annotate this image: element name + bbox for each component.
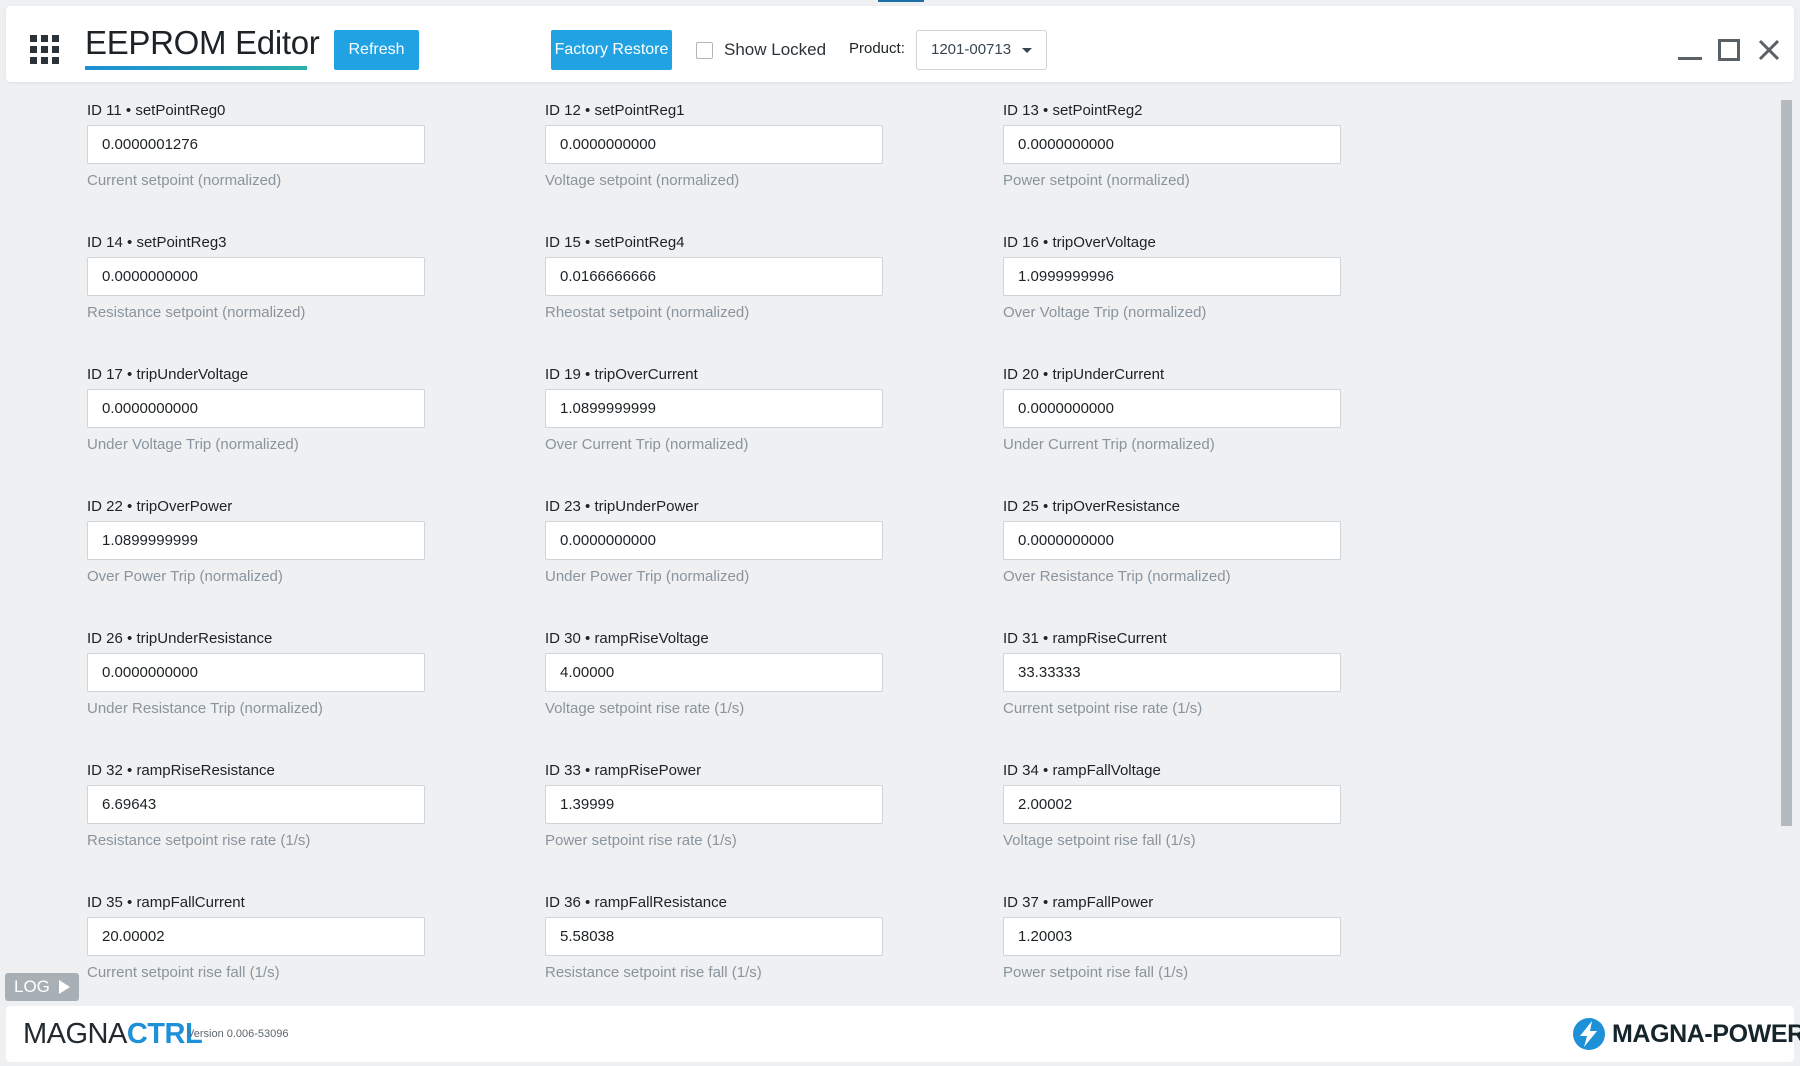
chevron-down-icon (1022, 48, 1032, 53)
show-locked-checkbox[interactable] (696, 41, 713, 59)
field-input[interactable] (87, 785, 425, 824)
page-title: EEPROM Editor (85, 24, 320, 61)
company-logo: MAGNA-POWER (1572, 1017, 1800, 1051)
field-label: ID 19 • tripOverCurrent (545, 366, 698, 383)
field-help: Resistance setpoint rise rate (1/s) (87, 832, 311, 849)
field-label: ID 31 • rampRiseCurrent (1003, 630, 1167, 647)
field-help: Current setpoint (normalized) (87, 172, 282, 189)
field-input[interactable] (87, 125, 425, 164)
field-help: Resistance setpoint rise fall (1/s) (545, 964, 762, 981)
field-label: ID 17 • tripUnderVoltage (87, 366, 249, 383)
minimize-icon[interactable] (1678, 57, 1702, 60)
field-help: Over Power Trip (normalized) (87, 568, 283, 585)
field-label: ID 25 • tripOverResistance (1003, 498, 1180, 515)
field-input[interactable] (545, 917, 883, 956)
field-label: ID 36 • rampFallResistance (545, 894, 727, 911)
grid-icon[interactable] (30, 35, 59, 64)
field-input[interactable] (545, 389, 883, 428)
version-label: Version 0.006-53096 (187, 1028, 289, 1040)
field-help: Current setpoint rise rate (1/s) (1003, 700, 1203, 717)
field-input[interactable] (1003, 917, 1341, 956)
field-label: ID 22 • tripOverPower (87, 498, 233, 515)
field-label: ID 35 • rampFallCurrent (87, 894, 245, 911)
product-label: Product: (849, 40, 905, 57)
refresh-button[interactable]: Refresh (334, 30, 419, 70)
company-name: MAGNA-POWER (1612, 1019, 1800, 1048)
field-input[interactable] (545, 521, 883, 560)
field-label: ID 15 • setPointReg4 (545, 234, 685, 251)
field-label: ID 33 • rampRisePower (545, 762, 702, 779)
field-label: ID 30 • rampRiseVoltage (545, 630, 709, 647)
scrollbar-thumb[interactable] (1781, 100, 1792, 826)
field-help: Current setpoint rise fall (1/s) (87, 964, 280, 981)
field-input[interactable] (87, 521, 425, 560)
log-label: LOG (14, 977, 50, 996)
field-label: ID 32 • rampRiseResistance (87, 762, 275, 779)
field-help: Rheostat setpoint (normalized) (545, 304, 750, 321)
field-input[interactable] (1003, 389, 1341, 428)
field-help: Power setpoint rise rate (1/s) (545, 832, 737, 849)
close-icon[interactable] (1755, 36, 1783, 64)
field-help: Under Current Trip (normalized) (1003, 436, 1215, 453)
eeprom-field-grid: ID 11 • setPointReg0 Current setpoint (n… (0, 82, 1780, 1004)
field-input[interactable] (87, 257, 425, 296)
field-help: Resistance setpoint (normalized) (87, 304, 306, 321)
field-input[interactable] (545, 785, 883, 824)
field-input[interactable] (545, 125, 883, 164)
field-help: Voltage setpoint rise rate (1/s) (545, 700, 745, 717)
field-help: Power setpoint rise fall (1/s) (1003, 964, 1189, 981)
field-help: Over Voltage Trip (normalized) (1003, 304, 1207, 321)
field-input[interactable] (1003, 521, 1341, 560)
log-toggle-button[interactable]: LOG (5, 973, 79, 1001)
field-label: ID 37 • rampFallPower (1003, 894, 1154, 911)
field-help: Over Resistance Trip (normalized) (1003, 568, 1231, 585)
magnactrl-logo: MAGNACTRL (23, 1018, 203, 1051)
field-label: ID 26 • tripUnderResistance (87, 630, 273, 647)
field-label: ID 13 • setPointReg2 (1003, 102, 1143, 119)
field-input[interactable] (87, 389, 425, 428)
show-locked-toggle[interactable]: Show Locked (696, 39, 826, 61)
product-select[interactable]: 1201-00713 (916, 30, 1047, 70)
field-help: Under Resistance Trip (normalized) (87, 700, 323, 717)
field-help: Under Power Trip (normalized) (545, 568, 750, 585)
brand-part1: MAGNA (23, 1018, 127, 1050)
field-help: Over Current Trip (normalized) (545, 436, 749, 453)
field-label: ID 14 • setPointReg3 (87, 234, 227, 251)
field-input[interactable] (545, 257, 883, 296)
title-underline (85, 66, 307, 70)
field-input[interactable] (87, 653, 425, 692)
field-help: Power setpoint (normalized) (1003, 172, 1190, 189)
lightning-bolt-icon (1573, 1018, 1605, 1050)
field-help: Under Voltage Trip (normalized) (87, 436, 299, 453)
field-label: ID 34 • rampFallVoltage (1003, 762, 1161, 779)
scrollbar[interactable] (1781, 90, 1794, 976)
field-label: ID 11 • setPointReg0 (87, 102, 226, 119)
product-select-value: 1201-00713 (931, 41, 1012, 58)
field-input[interactable] (87, 917, 425, 956)
field-label: ID 12 • setPointReg1 (545, 102, 685, 119)
show-locked-label: Show Locked (724, 40, 827, 59)
field-input[interactable] (1003, 785, 1341, 824)
field-help: Voltage setpoint (normalized) (545, 172, 740, 189)
active-window-indicator (878, 0, 924, 2)
header-bar: EEPROM Editor Refresh Factory Restore Sh… (6, 6, 1794, 82)
maximize-icon[interactable] (1718, 39, 1740, 61)
field-label: ID 23 • tripUnderPower (545, 498, 699, 515)
field-input[interactable] (1003, 653, 1341, 692)
footer-bar: MAGNACTRL Version 0.006-53096 MAGNA-POWE… (6, 1006, 1800, 1062)
field-input[interactable] (1003, 125, 1341, 164)
field-input[interactable] (545, 653, 883, 692)
field-help: Voltage setpoint rise fall (1/s) (1003, 832, 1196, 849)
factory-restore-button[interactable]: Factory Restore (551, 30, 672, 70)
field-label: ID 20 • tripUnderCurrent (1003, 366, 1165, 383)
play-arrow-icon (59, 980, 70, 994)
field-input[interactable] (1003, 257, 1341, 296)
field-label: ID 16 • tripOverVoltage (1003, 234, 1156, 251)
